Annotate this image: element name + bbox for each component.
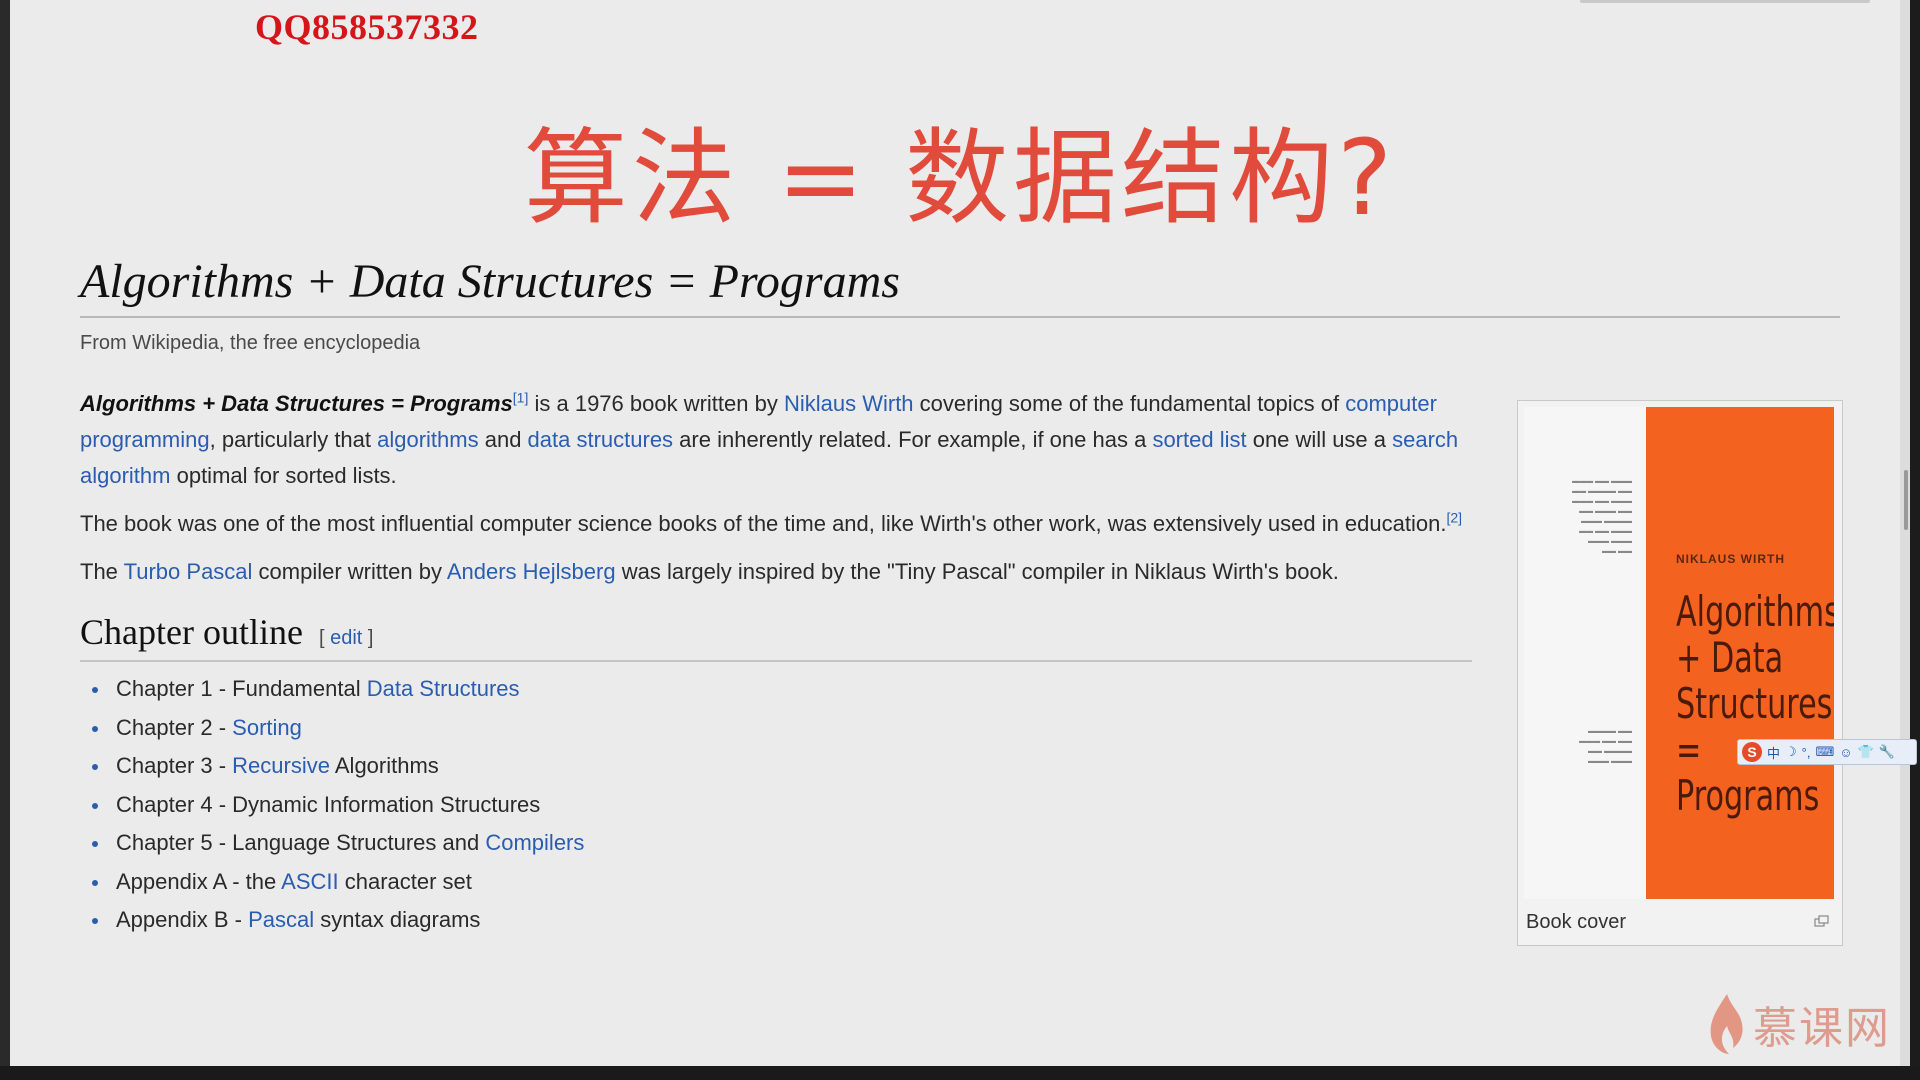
text-span: Chapter 1 - Fundamental	[116, 676, 367, 701]
text-span: compiler written by	[252, 559, 447, 584]
sorted-list-link[interactable]: sorted list	[1152, 427, 1246, 452]
text-span: covering some of the fundamental topics …	[913, 391, 1346, 416]
cover-author: NIKLAUS WIRTH	[1676, 552, 1785, 566]
text-span: Chapter 3 -	[116, 753, 233, 778]
slide-heading: 算法 = 数据结构?	[523, 117, 1397, 239]
article-header: Algorithms + Data Structures = Programs …	[80, 250, 1840, 355]
moon-icon[interactable]: ☽	[1785, 744, 1797, 760]
bullet-icon	[92, 918, 98, 924]
bullet-icon	[92, 802, 98, 809]
intro-paragraph: Algorithms + Data Structures = Programs[…	[80, 386, 1480, 494]
section-title: Chapter outline	[80, 612, 303, 652]
text-span: Appendix B -	[116, 907, 249, 932]
reference-1-link[interactable]: [1]	[513, 390, 529, 406]
ime-chinese-mode[interactable]: 中	[1767, 743, 1780, 762]
article-title: Algorithms + Data Structures = Programs	[80, 250, 1840, 318]
sogou-logo-icon[interactable]: S	[1742, 742, 1762, 762]
chapter-item: Chapter 1 - Fundamental Data Structures	[92, 670, 1480, 709]
keyboard-icon[interactable]: ⌨	[1815, 744, 1834, 760]
emoji-icon[interactable]: ☺	[1839, 745, 1852, 760]
text-span: The book was one of the most influential…	[80, 511, 1447, 536]
book-cover-image[interactable]: ▬▬▬ ▬▬ ▬▬▬ ▬▬ ▬▬▬▬ ▬▬ ▬▬▬ ▬▬ ▬▬▬ ▬▬ ▬▬▬ ▬▬ ▬…	[1524, 407, 1834, 899]
bullet-icon	[92, 879, 98, 886]
edit-bracket: [	[318, 627, 331, 649]
chapter-item: Appendix B - Pascal syntax diagrams	[92, 901, 1480, 940]
article-tagline: From Wikipedia, the free encyclopedia	[80, 332, 421, 354]
article-body: Algorithms + Data Structures = Programs[…	[80, 386, 1480, 940]
cover-title: Algorithms + Data Structures = Programs	[1676, 587, 1834, 820]
front-cover: NIKLAUS WIRTH Algorithms + Data Structur…	[1646, 407, 1834, 899]
text-span: syntax diagrams	[314, 907, 481, 932]
bullet-icon	[92, 764, 98, 770]
influence-paragraph: The book was one of the most influential…	[80, 506, 1480, 542]
back-cover-blurb: ▬▬▬ ▬▬ ▬▬▬ ▬▬ ▬▬▬▬ ▬▬ ▬▬▬ ▬▬ ▬▬▬ ▬▬ ▬▬▬ ▬▬ ▬…	[1572, 478, 1632, 555]
skin-icon[interactable]: 👕	[1858, 744, 1874, 760]
window-left-edge	[0, 0, 10, 1080]
enlarge-icon[interactable]	[1814, 915, 1830, 927]
image-caption: Book cover	[1526, 911, 1627, 933]
text-span: Appendix A - the	[116, 868, 282, 894]
window-bottom-edge	[0, 1066, 1920, 1080]
bullet-icon	[92, 841, 98, 847]
settings-wrench-icon[interactable]: 🔧	[1879, 744, 1895, 760]
slide-canvas: QQ858537332 算法 = 数据结构? Algorithms + Data…	[10, 0, 1910, 1066]
imooc-label: 慕课网	[1753, 1003, 1891, 1054]
back-cover-series: ▬▬▬▬ ▬▬ ▬▬▬ ▬▬ ▬▬ ▬▬ ▬▬▬▬ ▬▬▬ ▬▬▬	[1579, 728, 1632, 765]
chapter-outline-heading: Chapter outline [ edit ]	[80, 614, 1472, 662]
chapter-item: Appendix A - the ASCII character set	[92, 863, 1480, 902]
flame-icon	[1710, 994, 1743, 1054]
scrollbar-thumb[interactable]	[1904, 470, 1908, 530]
text-span: character set	[338, 868, 472, 894]
book-title-bold: Algorithms + Data Structures = Programs	[80, 391, 513, 416]
text-span: Chapter 2 -	[116, 714, 233, 740]
turbo-pascal-paragraph: The Turbo Pascal compiler written by And…	[80, 554, 1480, 590]
text-span: The	[80, 559, 124, 584]
chapter-link[interactable]: Pascal	[248, 907, 314, 932]
scrollbar[interactable]	[1900, 0, 1910, 1066]
qq-watermark: QQ858537332	[255, 7, 479, 47]
imooc-logo: 慕课网	[1705, 992, 1891, 1056]
text-span: Algorithms	[329, 753, 439, 778]
punctuation-icon[interactable]: °,	[1802, 745, 1811, 760]
niklaus-wirth-link[interactable]: Niklaus Wirth	[784, 391, 914, 416]
ime-toolbar[interactable]: S 中 ☽ °, ⌨ ☺ 👕 🔧	[1737, 739, 1917, 765]
edit-link[interactable]: edit	[330, 627, 362, 649]
chapter-link[interactable]: Sorting	[232, 715, 302, 740]
section-edit: [ edit ]	[319, 620, 374, 656]
chapter-link[interactable]: Compilers	[485, 830, 584, 855]
reference-2-link[interactable]: [2]	[1446, 510, 1462, 526]
text-span: Chapter 5 - Language Structures and	[116, 830, 486, 855]
data-structures-link[interactable]: data structures	[528, 427, 674, 452]
chapter-link[interactable]: ASCII	[281, 869, 338, 894]
anders-hejlsberg-link[interactable]: Anders Hejlsberg	[447, 559, 616, 584]
chapter-item: Chapter 2 - Sorting	[92, 709, 1480, 748]
text-span: optimal for sorted lists.	[170, 463, 397, 488]
bullet-icon	[92, 725, 98, 732]
chapter-list: Chapter 1 - Fundamental Data Structures …	[80, 670, 1480, 940]
top-tab-indicator	[1580, 0, 1870, 3]
chapter-link[interactable]: Data Structures	[367, 676, 520, 701]
text-span: one will use a	[1246, 427, 1393, 452]
chapter-item: Chapter 3 - Recursive Algorithms	[92, 747, 1480, 786]
chapter-item: Chapter 5 - Language Structures and Comp…	[92, 824, 1480, 863]
bullet-icon	[92, 687, 98, 693]
chapter-link[interactable]: Recursive	[232, 753, 330, 778]
chapter-item: Chapter 4 - Dynamic Information Structur…	[92, 786, 1480, 825]
text-span: are inherently related. For example, if …	[673, 427, 1153, 452]
algorithms-link[interactable]: algorithms	[377, 427, 478, 452]
text-span: , particularly that	[209, 427, 378, 452]
text-span: is a 1976 book written by	[528, 391, 784, 416]
text-span: was largely inspired by the "Tiny Pascal…	[615, 559, 1339, 584]
text-span: and	[478, 427, 528, 452]
infobox: ▬▬▬ ▬▬ ▬▬▬ ▬▬ ▬▬▬▬ ▬▬ ▬▬▬ ▬▬ ▬▬▬ ▬▬ ▬▬▬ ▬▬ ▬…	[1517, 400, 1843, 946]
text-span: Chapter 4 - Dynamic Information Structur…	[116, 791, 541, 817]
turbo-pascal-link[interactable]: Turbo Pascal	[124, 559, 253, 584]
edit-bracket: ]	[362, 627, 374, 649]
